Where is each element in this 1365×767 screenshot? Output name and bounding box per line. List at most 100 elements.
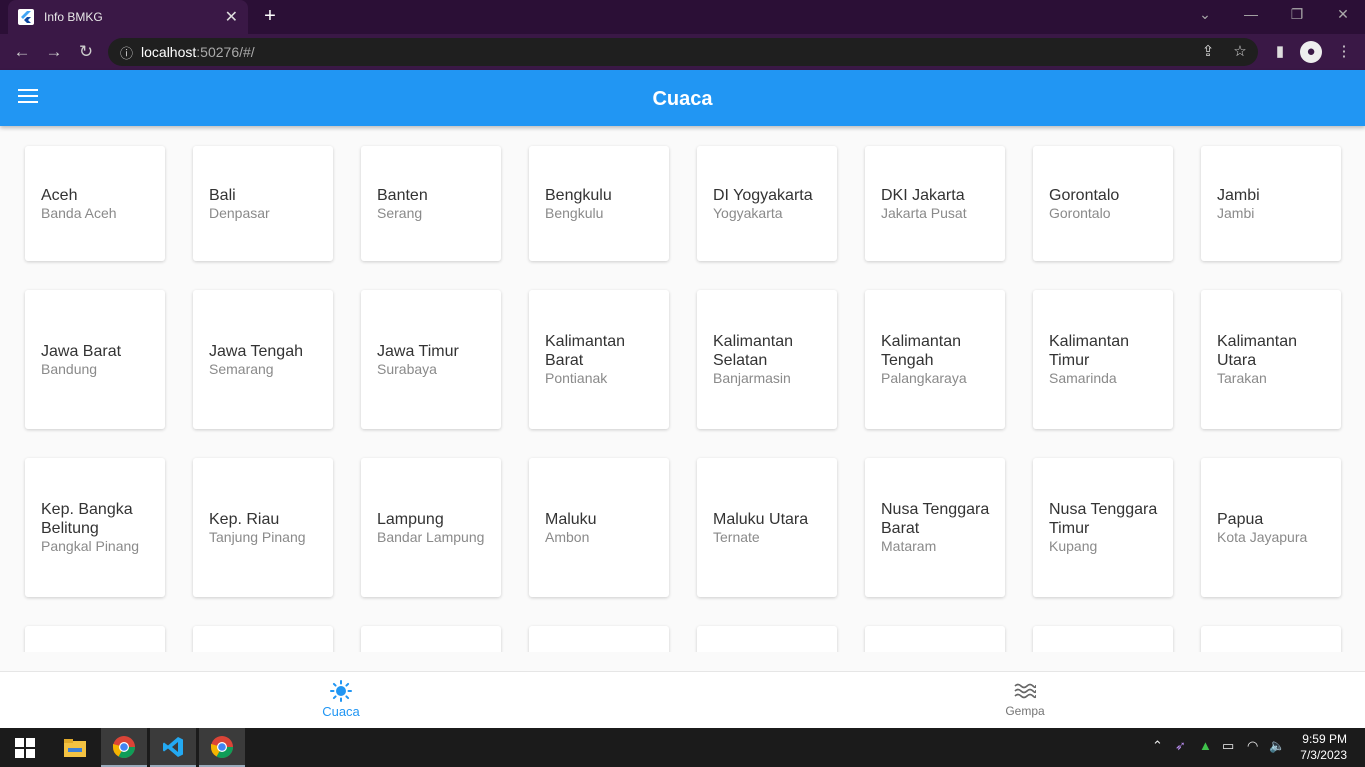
province-name: Kalimantan Timur [1049,333,1130,369]
province-card[interactable] [865,626,1005,652]
province-card[interactable]: Kalimantan Selatan Banjarmasin [697,290,837,429]
province-name: Gorontalo [1049,186,1120,204]
province-card[interactable]: Bengkulu Bengkulu [529,146,669,261]
province-name: Jambi [1217,186,1260,204]
province-card[interactable]: Lampung Bandar Lampung [361,458,501,597]
restore-icon[interactable]: ❐ [1282,6,1312,23]
province-card[interactable] [1033,626,1173,652]
province-name: Kalimantan Tengah [881,333,962,369]
province-name: Banten [377,186,428,204]
wifi-icon[interactable]: ◠ [1247,738,1258,754]
province-card[interactable]: DKI Jakarta Jakarta Pusat [865,146,1005,261]
back-icon[interactable]: ← [6,36,38,68]
capital-city: Banjarmasin [713,370,791,386]
clock-time: 9:59 PM [1302,732,1347,746]
province-card[interactable]: Gorontalo Gorontalo [1033,146,1173,261]
forward-icon[interactable]: → [38,36,70,68]
chrome-taskbar-icon[interactable] [101,728,147,767]
nav-earthquake-label: Gempa [1005,704,1045,718]
province-name: Lampung [377,510,444,528]
province-card[interactable]: Aceh Banda Aceh [25,146,165,261]
province-card[interactable]: Bali Denpasar [193,146,333,261]
site-info-icon[interactable]: ⓘ [120,43,133,62]
nav-weather[interactable]: Cuaca [281,680,401,719]
province-grid: Aceh Banda Aceh Bali Denpasar Banten Serang Be… [0,126,1365,652]
system-clock[interactable]: 9:59 PM 7/3/2023 [1300,731,1347,763]
capital-city: Palangkaraya [881,370,967,386]
side-panel-icon[interactable]: ▮ [1270,42,1290,60]
province-card[interactable]: Maluku Utara Ternate [697,458,837,597]
province-card[interactable]: Banten Serang [361,146,501,261]
province-card[interactable] [25,626,165,652]
province-card[interactable]: Kep. Riau Tanjung Pinang [193,458,333,597]
volume-icon[interactable]: 🔈 [1269,738,1285,754]
reload-icon[interactable]: ↻ [70,36,102,68]
province-card[interactable]: Jawa Timur Surabaya [361,290,501,429]
province-name: Maluku [545,510,597,528]
address-bar[interactable]: ⓘ localhost:50276/#/ [108,38,1258,66]
browser-menu-icon[interactable]: ⋮ [1334,42,1354,60]
minimize-icon[interactable]: — [1236,6,1266,22]
province-card[interactable]: Kep. Bangka Belitung Pangkal Pinang [25,458,165,597]
province-card[interactable]: DI Yogyakarta Yogyakarta [697,146,837,261]
province-card[interactable] [361,626,501,652]
capital-city: Mataram [881,538,937,554]
nav-weather-label: Cuaca [322,704,360,719]
battery-icon[interactable]: ▭ [1222,738,1234,754]
capital-city: Bandar Lampung [377,528,485,545]
nav-earthquake[interactable]: Gempa [965,680,1085,718]
province-card[interactable]: Maluku Ambon [529,458,669,597]
chrome-second-taskbar-icon[interactable] [199,728,245,767]
tab-title: Info BMKG [44,10,103,24]
province-name: Jawa Tengah [209,342,303,360]
province-name: Jawa Timur [377,342,459,360]
bookmark-star-icon[interactable]: ☆ [1230,42,1250,60]
waves-icon [965,680,1085,702]
flutter-favicon-icon [18,9,34,25]
capital-city: Tanjung Pinang [209,528,306,545]
capital-city: Semarang [209,360,274,377]
tray-chevron-up-icon[interactable]: ⌃ [1152,738,1163,754]
tray-feather-icon[interactable]: ➶ [1175,738,1186,754]
capital-city: Bandung [41,360,98,377]
province-card[interactable] [193,626,333,652]
province-card[interactable]: Kalimantan Timur Samarinda [1033,290,1173,429]
close-window-icon[interactable]: ✕ [1328,6,1358,23]
province-card[interactable] [529,626,669,652]
file-explorer-icon[interactable] [52,728,98,767]
capital-city: Jakarta Pusat [881,204,967,221]
browser-tab[interactable]: Info BMKG ✕ [8,0,248,34]
capital-city: Pontianak [545,370,608,386]
province-name: Nusa Tenggara Barat [881,501,990,537]
vscode-taskbar-icon[interactable] [150,728,196,767]
province-card[interactable] [697,626,837,652]
capital-city: Kupang [1049,538,1098,554]
tab-close-icon[interactable]: ✕ [225,7,238,27]
province-card[interactable] [1201,626,1341,652]
province-name: Kalimantan Barat [545,333,626,369]
province-name: Kalimantan Utara [1217,333,1298,369]
province-card[interactable]: Papua Kota Jayapura [1201,458,1341,597]
tray-android-studio-icon[interactable]: ▲ [1199,738,1212,753]
capital-city: Ternate [713,528,760,545]
sun-icon [281,680,401,702]
app-bar: Cuaca [0,70,1365,126]
province-name: Kalimantan Selatan [713,333,794,369]
tab-search-icon[interactable]: ⌄ [1190,6,1220,23]
windows-start-icon[interactable] [2,728,48,767]
capital-city: Ambon [545,528,590,545]
browser-toolbar: ← → ↻ ⓘ localhost:50276/#/ ⇪ ☆ ▮ ● ⋮ [0,34,1365,70]
new-tab-icon[interactable]: + [260,5,280,28]
province-card[interactable]: Nusa Tenggara Timur Kupang [1033,458,1173,597]
os-taskbar: ⌃ ➶ ▲ ▭ ◠ 🔈 9:59 PM 7/3/2023 [0,728,1365,767]
province-card[interactable]: Nusa Tenggara Barat Mataram [865,458,1005,597]
province-card[interactable]: Kalimantan Tengah Palangkaraya [865,290,1005,429]
province-card[interactable]: Jambi Jambi [1201,146,1341,261]
province-card[interactable]: Jawa Tengah Semarang [193,290,333,429]
province-name: Bengkulu [545,186,612,204]
province-card[interactable]: Kalimantan Utara Tarakan [1201,290,1341,429]
share-icon[interactable]: ⇪ [1198,42,1218,60]
profile-avatar-icon[interactable]: ● [1300,41,1322,63]
province-card[interactable]: Jawa Barat Bandung [25,290,165,429]
province-card[interactable]: Kalimantan Barat Pontianak [529,290,669,429]
